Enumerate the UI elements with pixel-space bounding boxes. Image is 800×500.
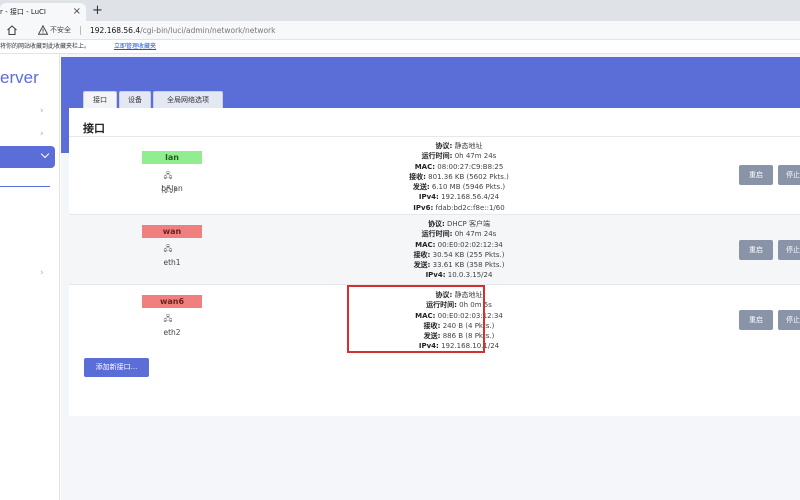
favorites-infobar: 将你的网站收藏到此收藏夹栏上。 立即管理收藏夹 [0, 40, 800, 54]
interface-row-lan: lan 🖧 (🖧) br-lan 协议: 静态地址 运行时间: 0h 47m 2… [69, 136, 800, 214]
highlight-annotation [347, 285, 485, 353]
tx-value: 6.10 MB (5946 Pkts.) [431, 183, 506, 192]
address-bar: 不安全 192.168.56.4/cgi-bin/luci/admin/netw… [0, 21, 800, 40]
sidebar-item-network[interactable] [0, 146, 55, 168]
restart-button[interactable]: 重启 [739, 310, 773, 330]
interface-status-info: 协议: DHCP 客户端 运行时间: 0h 47m 24s MAC: 00:E0… [413, 220, 505, 280]
insecure-label[interactable]: 不安全 [50, 21, 71, 40]
interface-status-info: 协议: 静态地址 运行时间: 0h 47m 24s MAC: 08:00:27:… [409, 142, 509, 212]
sidebar: erver › › › [0, 54, 60, 500]
stop-button[interactable]: 停止 [778, 310, 800, 330]
interface-device: eth1 [163, 258, 181, 267]
infobar-message: 将你的网站收藏到此收藏夹栏上。 [0, 43, 91, 50]
url-path: /cgi-bin/luci/admin/network/network [140, 26, 276, 35]
ipv6-value: fdab:bd2c:f8e::1/60 [435, 203, 505, 212]
brand-logo[interactable]: erver [0, 68, 39, 88]
browser-tab-title: r - 接口 - LuCI [0, 8, 46, 16]
interface-row-wan: wan 🖧 eth1 协议: DHCP 客户端 运行时间: 0h 47m 24s… [69, 214, 800, 284]
home-icon[interactable] [6, 24, 18, 36]
interface-device: eth2 [163, 328, 181, 337]
rx-value: 801.36 KB (5602 Pkts.) [428, 172, 509, 181]
network-port-icon: 🖧 [163, 244, 173, 253]
stop-button[interactable]: 停止 [778, 240, 800, 260]
mac-value: 08:00:27:C9:B8:25 [437, 162, 504, 171]
sidebar-item-chevron-right-icon[interactable]: › [40, 129, 44, 139]
page-title: 接口 [83, 122, 105, 135]
mac-value: 00:E0:02:02:12:34 [437, 240, 503, 249]
protocol-value: 静态地址 [454, 142, 483, 150]
warning-icon[interactable] [38, 25, 48, 35]
network-port-icon: 🖧 (🖧) [161, 171, 177, 194]
ipv4-value: 10.0.3.15/24 [447, 271, 493, 280]
interface-device: br-lan [161, 184, 183, 193]
sidebar-subitem-interfaces[interactable] [0, 186, 50, 187]
url-input[interactable]: 192.168.56.4/cgi-bin/luci/admin/network/… [90, 21, 275, 40]
ipv4-value: 192.168.56.4/24 [441, 193, 500, 202]
restart-button[interactable]: 重启 [739, 165, 773, 185]
sidebar-item-chevron-right-icon[interactable]: › [40, 268, 44, 278]
uptime-value: 0h 47m 24s [454, 152, 497, 161]
main-content: 接口 设备 全局网络选项 接口 lan 🖧 (🖧) br-lan 协议: 静态地… [61, 54, 800, 500]
address-separator [80, 26, 81, 35]
tab-devices[interactable]: 设备 [119, 91, 151, 108]
stop-button[interactable]: 停止 [778, 165, 800, 185]
add-interface-button[interactable]: 添加新接口... [84, 358, 149, 377]
chevron-down-icon [40, 149, 50, 159]
rx-value: 30.54 KB (255 Pkts.) [432, 250, 505, 259]
interface-badge-wan[interactable]: wan [142, 225, 202, 238]
sidebar-item-chevron-right-icon[interactable]: › [40, 106, 44, 116]
restart-button[interactable]: 重启 [739, 240, 773, 260]
network-port-icon: 🖧 [163, 314, 173, 323]
tab-global-network-options[interactable]: 全局网络选项 [153, 91, 223, 108]
interface-badge-lan[interactable]: lan [142, 151, 202, 164]
browser-tab-strip: r - 接口 - LuCI × + [0, 0, 800, 21]
browser-tab[interactable]: r - 接口 - LuCI × [0, 3, 86, 21]
tab-interfaces[interactable]: 接口 [83, 91, 117, 108]
tx-value: 33.61 KB (358 Pkts.) [432, 261, 505, 270]
manage-favorites-link[interactable]: 立即管理收藏夹 [114, 40, 156, 53]
new-tab-icon[interactable]: + [92, 2, 103, 20]
url-host: 192.168.56.4 [90, 26, 141, 35]
interface-badge-wan6[interactable]: wan6 [142, 295, 202, 308]
protocol-value: DHCP 客户端 [447, 220, 491, 228]
close-tab-icon[interactable]: × [73, 3, 81, 21]
uptime-value: 0h 47m 24s [454, 230, 497, 239]
